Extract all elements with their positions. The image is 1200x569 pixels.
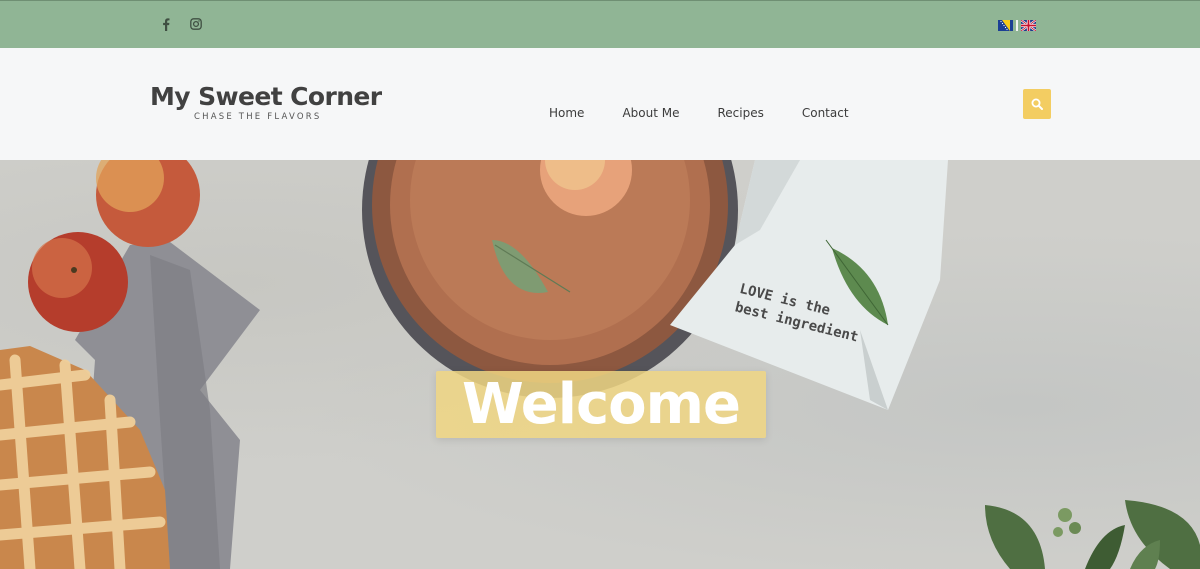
hero-banner: LOVE is the best ingredient Welcome [0,160,1200,569]
facebook-icon[interactable] [158,16,174,32]
hero-heading: Welcome [462,372,741,437]
logo-title: My Sweet Corner [150,82,382,111]
welcome-banner: Welcome [436,371,766,438]
site-logo[interactable]: My Sweet Corner CHASE THE FLAVORS [150,82,382,123]
flag-divider [1016,20,1018,31]
nav-about-me[interactable]: About Me [622,106,679,120]
logo-tagline: CHASE THE FLAVORS [194,112,322,122]
site-header: My Sweet Corner CHASE THE FLAVORS Home A… [0,48,1200,160]
social-links [158,16,204,32]
instagram-icon[interactable] [188,16,204,32]
uk-flag-icon[interactable] [1021,20,1036,31]
nav-recipes[interactable]: Recipes [717,106,763,120]
search-icon [1031,98,1043,110]
main-nav: Home About Me Recipes Contact [549,106,887,120]
bosnian-flag-icon[interactable] [998,20,1013,31]
search-button[interactable] [1023,89,1051,119]
nav-home[interactable]: Home [549,106,584,120]
top-bar [0,0,1200,48]
hero-food-image [0,160,1200,569]
nav-contact[interactable]: Contact [802,106,849,120]
language-switcher [998,20,1036,31]
